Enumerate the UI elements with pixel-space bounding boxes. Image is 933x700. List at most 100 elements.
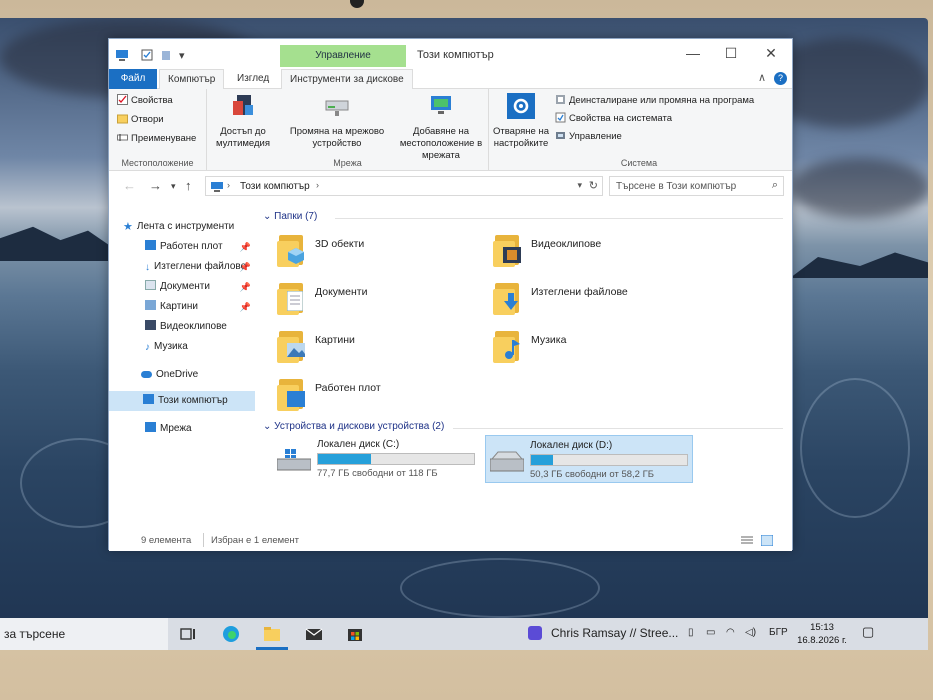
edge-browser-icon[interactable] <box>221 624 241 644</box>
mail-icon[interactable] <box>304 624 324 644</box>
battery-icon[interactable]: ▭ <box>706 627 715 638</box>
map-network-drive-button[interactable]: Промяна на мрежово устройство <box>281 93 393 150</box>
nav-pictures[interactable]: Картини 📌 <box>109 297 255 317</box>
media-access-label-1: Достъп до <box>220 126 266 137</box>
folders-section-header[interactable]: ⌄ Папки (7) <box>263 211 317 222</box>
nav-documents[interactable]: Документи 📌 <box>109 277 255 297</box>
nav-onedrive[interactable]: OneDrive <box>109 365 255 385</box>
system-properties-button[interactable]: Свойства на системата <box>555 110 672 128</box>
rename-button[interactable]: Преименуване <box>117 130 196 148</box>
folder-pictures-icon <box>277 327 307 363</box>
search-icon[interactable]: ⌕ <box>772 179 778 192</box>
pin-icon[interactable]: 📌 <box>240 237 251 257</box>
drive-usage-fill <box>318 454 372 464</box>
uninstall-program-button[interactable]: Деинсталиране или промяна на програма <box>555 92 754 110</box>
breadcrumb-this-pc[interactable]: Този компютър <box>240 181 310 192</box>
nav-quick-access[interactable]: ★ Лента с инструменти <box>109 217 255 237</box>
nav-this-pc-label: Този компютър <box>158 395 228 406</box>
manage-icon <box>556 132 565 139</box>
wallpaper-ice <box>800 378 910 518</box>
store-icon[interactable] <box>345 624 365 644</box>
tab-view[interactable]: Изглед <box>229 69 277 89</box>
ribbon-group-location: Свойства Отвори Преименуване Местоположе… <box>109 89 207 171</box>
back-button[interactable]: ← <box>123 178 136 193</box>
notifications-icon[interactable]: ▢ <box>862 624 874 640</box>
desktop-icon <box>145 240 156 250</box>
maximize-button[interactable]: ☐ <box>713 43 749 63</box>
details-view-icon[interactable] <box>741 535 753 546</box>
device-icon[interactable]: ▯ <box>688 627 694 638</box>
properties-button[interactable]: Свойства <box>117 92 173 110</box>
system-properties-label: Свойства на системата <box>569 113 672 124</box>
search-box[interactable]: Търсене в Този компютър ⌕ <box>609 176 784 196</box>
close-button[interactable]: ✕ <box>753 43 789 63</box>
properties-label: Свойства <box>131 95 173 106</box>
nav-videos-label: Видеоклипове <box>160 321 227 332</box>
clock[interactable]: 15:13 16.8.2026 г. <box>796 621 848 647</box>
folder-item[interactable]: Видеоклипове <box>493 231 693 275</box>
clock-date: 16.8.2026 г. <box>797 635 847 646</box>
customize-qa-icon[interactable]: ▾ <box>179 49 185 62</box>
wifi-icon[interactable]: ◠ <box>726 627 735 638</box>
content-pane: ⌄ Папки (7) 3D обекти Видеоклипове Докум… <box>259 201 789 531</box>
volume-icon[interactable]: ◁) <box>745 627 756 638</box>
folder-item[interactable]: 3D обекти <box>277 231 477 275</box>
drive-d[interactable]: Локален диск (D:) 50,3 ГБ свободни от 58… <box>485 435 693 483</box>
nav-downloads[interactable]: ↓ Изтеглени файлове 📌 <box>109 257 255 277</box>
collapse-ribbon-icon[interactable]: ∧ <box>758 71 766 84</box>
properties-qa-icon[interactable] <box>141 49 153 61</box>
open-button[interactable]: Отвори <box>117 111 164 129</box>
address-dropdown-icon[interactable]: ▾ <box>577 180 582 191</box>
drive-label: Локален диск (C:) <box>317 439 400 450</box>
minimize-button[interactable]: — <box>675 43 711 63</box>
media-title[interactable]: Chris Ramsay // Stree... <box>551 626 678 640</box>
devices-section-header[interactable]: ⌄ Устройства и дискови устройства (2) <box>263 421 444 432</box>
selection-count: Избран е 1 елемент <box>211 535 300 546</box>
nav-network[interactable]: Мрежа <box>109 419 255 439</box>
forward-button[interactable]: → <box>149 178 162 193</box>
nav-this-pc[interactable]: Този компютър <box>109 391 255 411</box>
recent-locations-button[interactable]: ▾ <box>171 181 176 192</box>
pin-icon[interactable]: 📌 <box>240 297 251 317</box>
drive-c[interactable]: Локален диск (C:) 77,7 ГБ свободни от 11… <box>273 435 481 483</box>
nav-documents-label: Документи <box>160 281 210 292</box>
refresh-icon[interactable]: ↻ <box>589 179 598 192</box>
folder-item[interactable]: Изтеглени файлове <box>493 279 693 323</box>
folder-item[interactable]: Документи <box>277 279 477 323</box>
uninstall-icon <box>556 95 565 104</box>
documents-icon <box>145 280 156 290</box>
folder-item[interactable]: Музика <box>493 327 693 371</box>
file-explorer-taskbar-icon[interactable] <box>262 624 282 644</box>
manage-button[interactable]: Управление <box>555 128 622 146</box>
up-button[interactable]: ↑ <box>185 178 192 193</box>
open-settings-button[interactable]: Отваряне на настройките <box>491 93 551 150</box>
folder-item[interactable]: Картини <box>277 327 477 371</box>
tab-file[interactable]: Файл <box>109 69 157 89</box>
media-play-icon[interactable] <box>528 626 542 640</box>
nav-videos[interactable]: Видеоклипове <box>109 317 255 337</box>
large-icons-view-icon[interactable] <box>761 535 773 546</box>
task-view-icon[interactable] <box>178 624 198 644</box>
breadcrumb-chevron-icon[interactable]: › <box>227 180 230 190</box>
pin-icon[interactable]: 📌 <box>240 277 251 297</box>
folder-label: Музика <box>531 334 567 346</box>
language-indicator[interactable]: БГР <box>769 627 788 638</box>
media-access-button[interactable]: Достъп до мултимедия <box>211 93 275 150</box>
new-folder-qa-icon[interactable] <box>161 49 171 61</box>
ribbon-group-system: Отваряне на настройките Деинсталиране ил… <box>489 89 789 171</box>
nav-desktop[interactable]: Работен плот 📌 <box>109 237 255 257</box>
taskbar-search-box[interactable]: за търсене <box>0 618 168 650</box>
nav-music[interactable]: ♪ Музика <box>109 337 255 357</box>
tab-computer[interactable]: Компютър <box>159 69 225 89</box>
open-settings-label-1: Отваряне на <box>493 126 549 137</box>
folder-item[interactable]: Работен плот <box>277 375 477 419</box>
folder-3d-objects-icon <box>277 231 307 267</box>
tab-disk-tools[interactable]: Инструменти за дискове <box>281 69 413 89</box>
context-tab-manage[interactable]: Управление <box>280 45 406 67</box>
pin-icon[interactable]: 📌 <box>240 257 251 277</box>
videos-icon <box>145 320 156 330</box>
help-icon[interactable]: ? <box>774 72 787 85</box>
breadcrumb-chevron-icon[interactable]: › <box>316 180 319 190</box>
address-bar[interactable]: › Този компютър › ▾ ↻ <box>205 176 603 196</box>
add-network-location-button[interactable]: Добавяне на местоположение в мрежата <box>397 93 485 162</box>
